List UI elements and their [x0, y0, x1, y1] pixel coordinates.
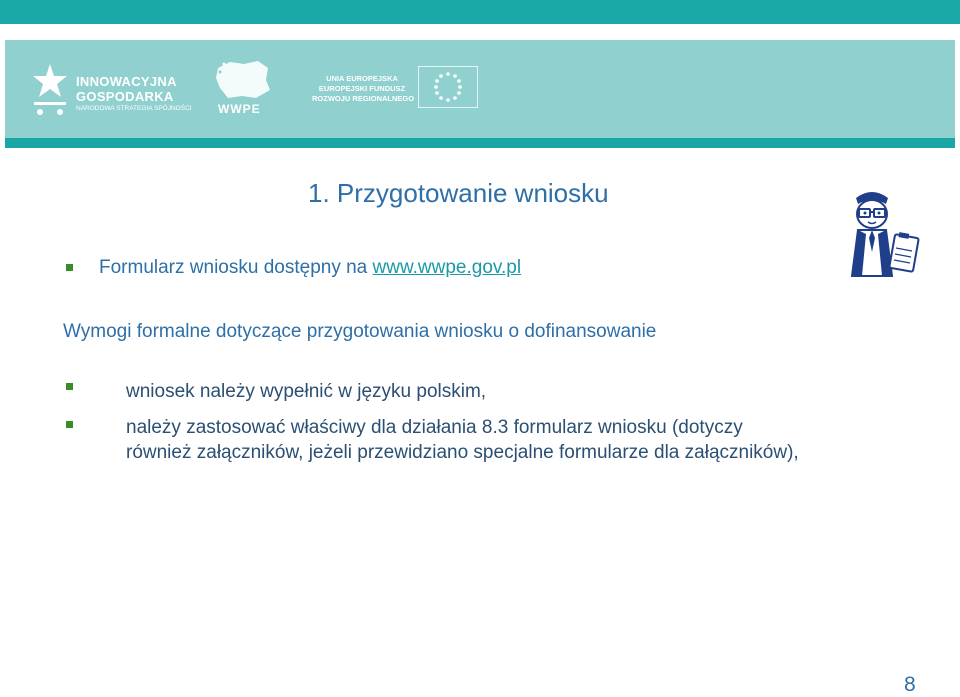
logo-text-line3: NARODOWA STRATEGIA SPÓJNOŚCI	[76, 105, 192, 112]
logo-text-line1: INNOWACYJNA	[76, 74, 177, 89]
list-bullet	[66, 383, 73, 390]
eu-flag-icon	[418, 66, 478, 108]
list-bullet	[66, 264, 73, 271]
requirement-item-2: należy zastosować właściwy dla działania…	[126, 417, 743, 438]
star-figure-icon	[33, 64, 67, 115]
form-link[interactable]: www.wwpe.gov.pl	[373, 257, 522, 278]
eu-logo: UNIA EUROPEJSKA EUROPEJSKI FUNDUSZ ROZWO…	[312, 62, 482, 112]
innowacyjna-gospodarka-logo: INNOWACYJNA GOSPODARKA NARODOWA STRATEGI…	[30, 60, 200, 120]
requirements-heading: Wymogi formalne dotyczące przygotowania …	[63, 321, 657, 342]
requirement-item-2-cont: również załączników, jeżeli przewidziano…	[126, 442, 799, 463]
wwpe-logo-text: WWPE	[218, 102, 261, 116]
logo-text-line2: GOSPODARKA	[76, 89, 174, 104]
poland-map-icon	[216, 61, 270, 98]
slide-title: 1. Przygotowanie wniosku	[308, 178, 609, 208]
page-number: 8	[904, 673, 916, 696]
wwpe-logo: WWPE	[212, 58, 278, 118]
eu-logo-line3: ROZWOJU REGIONALNEGO	[312, 94, 415, 103]
requirement-item-1: wniosek należy wypełnić w języku polskim…	[126, 381, 487, 402]
form-availability-line: Formularz wniosku dostępny na www.wwpe.g…	[99, 257, 521, 279]
eu-logo-line2: EUROPEJSKI FUNDUSZ	[318, 84, 406, 93]
banner-bottom-stripe	[5, 138, 955, 148]
cartoon-person-icon	[850, 192, 920, 277]
list-bullet	[66, 421, 73, 428]
eu-logo-line1: UNIA EUROPEJSKA	[326, 74, 398, 83]
top-color-bar	[0, 0, 960, 24]
form-line-text: Formularz wniosku dostępny na	[99, 257, 373, 278]
